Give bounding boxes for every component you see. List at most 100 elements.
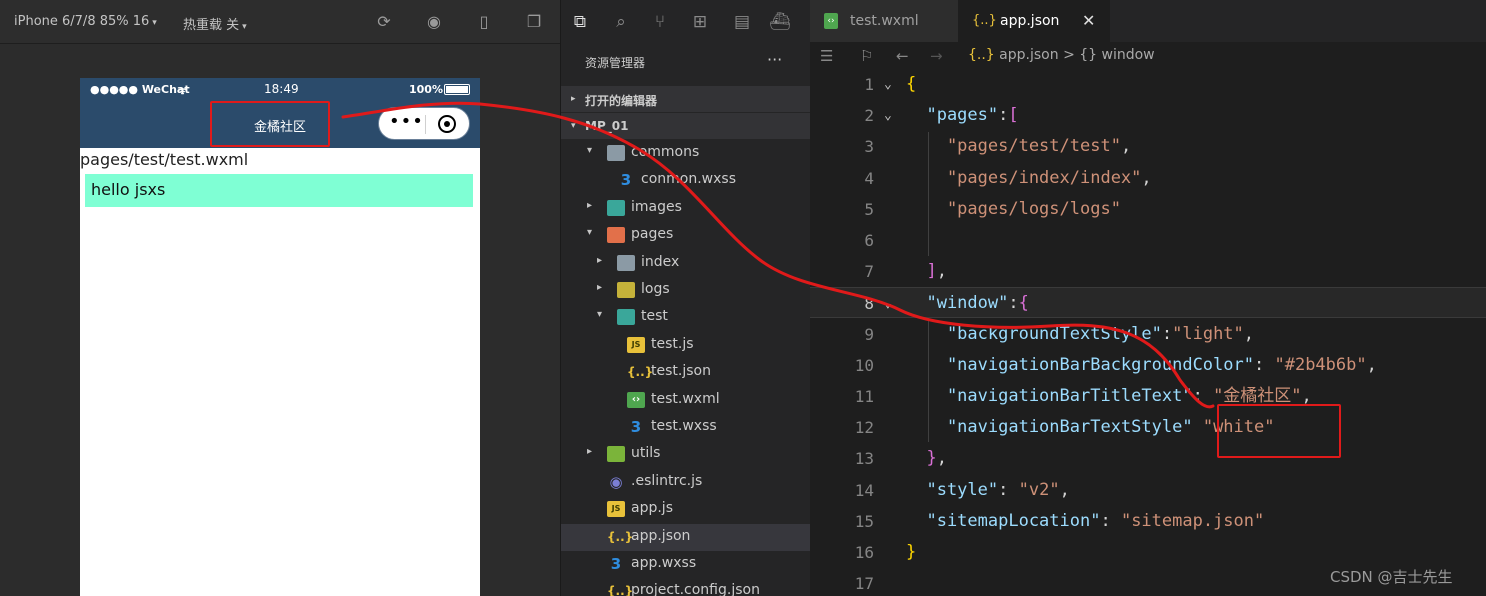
code-token: "window" <box>906 293 1009 314</box>
back-arrow-icon[interactable]: ← <box>896 47 909 65</box>
breadcrumb-symbol[interactable]: {} window <box>1079 47 1154 63</box>
folder-icon <box>617 254 635 271</box>
section-open-editors[interactable]: ▸ 打开的编辑器 <box>561 86 811 112</box>
more-icon[interactable]: ••• <box>389 111 423 132</box>
tab-test-wxml[interactable]: ‹› test.wxml <box>810 0 958 42</box>
close-mini-program-icon[interactable] <box>438 115 456 133</box>
tree-item[interactable]: 3 app.wxss <box>561 551 811 578</box>
code-token: : <box>1008 293 1019 314</box>
breadcrumb-file[interactable]: app.json <box>999 47 1058 63</box>
chevron-right-icon[interactable]: ▸ <box>587 446 592 457</box>
more-actions-icon[interactable]: ··· <box>767 50 782 69</box>
line-number: 17 <box>854 574 874 594</box>
chevron-down-icon[interactable]: ▾ <box>587 145 592 156</box>
line-number: 16 <box>854 543 874 562</box>
tree-item[interactable]: ▾ commons <box>561 140 811 167</box>
device-select[interactable]: iPhone 6/7/8 85% 16 ▾ <box>14 14 157 29</box>
wxml-icon: ‹› <box>627 391 645 408</box>
battery-text: 100% <box>409 83 443 96</box>
chevron-right-icon[interactable]: ▸ <box>587 200 592 211</box>
tree-item[interactable]: {..} project.config.json <box>561 578 811 596</box>
docker-icon[interactable]: ⛴ <box>769 11 791 33</box>
status-time: 18:49 <box>264 82 299 96</box>
chevron-right-icon[interactable]: ▸ <box>597 255 602 266</box>
code-token: "pages/logs/logs" <box>906 198 1121 219</box>
code-token: : <box>998 105 1009 126</box>
tab-app-json[interactable]: {..} app.json ✕ <box>958 0 1110 42</box>
line-number: 10 <box>854 355 874 375</box>
chevron-down-icon: ▾ <box>152 18 157 28</box>
tree-item[interactable]: ▸ images <box>561 195 811 222</box>
code-text: ], <box>906 256 947 287</box>
list-icon[interactable]: ☰ <box>820 47 833 65</box>
tab-label: app.json <box>1000 13 1060 29</box>
tree-item-label: commons <box>631 144 700 160</box>
code-token: , <box>936 261 947 282</box>
fold-chevron-icon[interactable]: ⌄ <box>884 100 892 131</box>
menu-capsule: ••• <box>378 107 470 140</box>
tree-item-label: test.wxml <box>651 390 720 407</box>
refresh-icon[interactable]: ⟳ <box>374 12 394 32</box>
section-project[interactable]: ▾ MP_01 <box>561 113 811 139</box>
tree-item[interactable]: 3 conmon.wxss <box>561 167 811 194</box>
files-icon[interactable]: ⧉ <box>569 11 591 33</box>
line-number: 12 <box>854 418 874 438</box>
hot-reload-select[interactable]: 热重载 关 ▾ <box>183 14 247 33</box>
tree-item[interactable]: ▸ index <box>561 250 811 277</box>
tree-item-label: test.wxss <box>651 418 717 434</box>
tree-item-label: test <box>641 308 668 325</box>
forward-arrow-icon[interactable]: → <box>930 47 943 65</box>
chevron-down-icon: ▾ <box>242 22 247 32</box>
tree-item[interactable]: 3 test.wxss <box>561 414 811 441</box>
source-control-icon[interactable]: ⑂ <box>649 11 671 33</box>
code-token: "style" <box>906 479 999 500</box>
tree-item[interactable]: ▸ utils <box>561 441 811 468</box>
eslint-icon: ◉ <box>609 472 623 491</box>
line-number: 15 <box>854 511 874 531</box>
chevron-down-icon[interactable]: ▾ <box>587 227 592 238</box>
line-number: 13 <box>854 449 874 469</box>
tree-item[interactable]: {..} test.json <box>561 359 811 386</box>
code-text: "pages/logs/logs" <box>906 194 1121 225</box>
code-area[interactable]: 1 ⌄{2 ⌄ "pages":[3 "pages/test/test", 4 "pa… <box>810 70 1486 596</box>
code-token: "navigationBarBackgroundColor" <box>906 354 1254 375</box>
chevron-down-icon[interactable]: ▾ <box>597 309 602 320</box>
chevron-right-icon[interactable]: ▸ <box>597 282 602 293</box>
code-token: "sitemapLocation" <box>906 510 1101 531</box>
tree-item[interactable]: ▾ test <box>561 304 811 331</box>
close-icon[interactable]: ✕ <box>1082 11 1095 30</box>
tree-item[interactable]: ▸ logs <box>561 277 811 304</box>
simulator-toolbar: iPhone 6/7/8 85% 16 ▾ 热重载 关 ▾ ⟳ ◉ ▯ ❐ <box>0 0 560 44</box>
line-number: 4 <box>864 168 874 188</box>
tree-item[interactable]: ◉ .eslintrc.js <box>561 469 811 496</box>
code-text: "backgroundTextStyle":"light", <box>906 319 1254 350</box>
storage-icon[interactable]: ▤ <box>731 11 753 33</box>
search-icon[interactable]: ⌕ <box>610 11 632 33</box>
bookmark-icon[interactable]: ⚐ <box>860 47 873 65</box>
tree-item-label: index <box>641 253 680 270</box>
tree-item[interactable]: ▾ pages <box>561 222 811 249</box>
stop-icon[interactable]: ◉ <box>424 12 444 32</box>
tree-item-label: .eslintrc.js <box>631 472 703 489</box>
code-line: 9 "backgroundTextStyle":"light", <box>810 319 1486 350</box>
tree-item[interactable]: JS app.js <box>561 496 811 523</box>
tree-item[interactable]: ‹› test.wxml <box>561 387 811 414</box>
watermark: CSDN @吉士先生 <box>1330 568 1453 586</box>
tree-item-label: app.js <box>631 500 673 517</box>
phone-icon[interactable]: ▯ <box>474 12 494 32</box>
tree-item[interactable]: {..} app.json <box>561 523 811 551</box>
code-line: 3 "pages/test/test", <box>810 131 1486 162</box>
code-token: , <box>1301 386 1312 406</box>
window-icon[interactable]: ❐ <box>524 12 544 32</box>
extensions-icon[interactable]: ⊞ <box>689 11 711 33</box>
status-bar: ●●●●● WeChat ᯤ 18:49 100% <box>80 78 480 102</box>
code-token: "v2" <box>1018 479 1060 500</box>
fold-chevron-icon[interactable]: ⌄ <box>884 288 892 319</box>
tree-item-label: images <box>631 198 682 215</box>
wifi-icon: ᯤ <box>178 86 188 97</box>
tree-item[interactable]: JS test.js <box>561 332 811 359</box>
code-text: }, <box>906 443 947 474</box>
fold-chevron-icon[interactable]: ⌄ <box>884 69 892 100</box>
code-token: "金橘社区" <box>1213 386 1302 406</box>
